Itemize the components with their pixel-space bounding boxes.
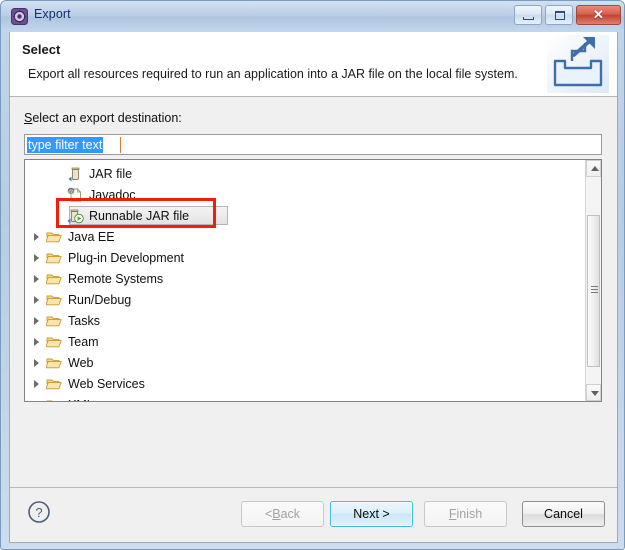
runnable-jar-file-icon bbox=[67, 208, 84, 224]
folder-icon bbox=[46, 397, 63, 401]
jar-file-icon bbox=[67, 166, 84, 182]
tree-item-label: Plug-in Development bbox=[68, 250, 185, 265]
maximize-icon bbox=[555, 11, 565, 20]
cancel-button[interactable]: Cancel bbox=[522, 501, 605, 527]
tree-item-label: Web Services bbox=[68, 376, 145, 391]
expand-arrow-icon[interactable] bbox=[31, 335, 44, 348]
scroll-down-arrow-icon[interactable] bbox=[586, 384, 601, 401]
finish-button[interactable]: Finish bbox=[424, 501, 507, 527]
back-button-prefix: < bbox=[264, 507, 273, 521]
tree-item-label: Java EE bbox=[68, 229, 115, 244]
next-button-mnemonic: N bbox=[353, 507, 363, 521]
tree-item-jar-file[interactable]: JAR file bbox=[25, 163, 585, 184]
expand-arrow-icon[interactable] bbox=[31, 377, 44, 390]
page-title: Select bbox=[22, 42, 61, 57]
destination-label: Select an export destination: bbox=[24, 111, 182, 125]
tree-item-label: Web bbox=[68, 355, 94, 370]
expand-arrow-icon[interactable] bbox=[31, 356, 44, 369]
tree-item-label: Tasks bbox=[68, 313, 100, 328]
minimize-button[interactable] bbox=[514, 5, 542, 25]
page-description: Export all resources required to run an … bbox=[28, 67, 518, 81]
tree-item-label: Javadoc bbox=[89, 187, 136, 202]
folder-icon bbox=[45, 334, 63, 350]
export-destination-tree[interactable]: JAR file @ Javadoc Runnable JAR file Java EE… bbox=[24, 159, 602, 402]
tree-item-web[interactable]: Web bbox=[25, 352, 585, 373]
next-button[interactable]: Next > bbox=[330, 501, 413, 527]
text-caret bbox=[120, 137, 121, 153]
tree-item-javadoc[interactable]: @ Javadoc bbox=[25, 184, 585, 205]
folder-icon bbox=[45, 313, 63, 329]
tree-item-tasks[interactable]: Tasks bbox=[25, 310, 585, 331]
wizard-header: Select Export all resources required to … bbox=[10, 32, 617, 97]
folder-icon bbox=[45, 271, 63, 287]
expand-arrow-icon[interactable] bbox=[31, 230, 44, 243]
tree-item-runnable-jar-file[interactable]: Runnable JAR file bbox=[25, 205, 585, 226]
expand-arrow-icon[interactable] bbox=[31, 314, 44, 327]
javadoc-icon: @ bbox=[67, 187, 84, 203]
export-arrow-tray-icon bbox=[547, 35, 609, 93]
destination-label-rest: elect an export destination: bbox=[32, 111, 182, 125]
finish-button-mnemonic: F bbox=[448, 507, 457, 521]
folder-icon bbox=[45, 229, 63, 245]
tree-item-remote-systems[interactable]: Remote Systems bbox=[25, 268, 585, 289]
close-button[interactable]: ✕ bbox=[576, 5, 621, 25]
tree-item-run-debug[interactable]: Run/Debug bbox=[25, 289, 585, 310]
filter-input-value: type filter text bbox=[27, 137, 104, 153]
svg-text:@: @ bbox=[68, 189, 74, 195]
wizard-footer: ? < Back Next > Finish Cancel bbox=[10, 488, 617, 541]
back-button[interactable]: < Back bbox=[241, 501, 324, 527]
tree-item-list: JAR file @ Javadoc Runnable JAR file Java EE… bbox=[25, 160, 585, 401]
folder-icon bbox=[45, 355, 63, 371]
tree-vertical-scrollbar[interactable] bbox=[585, 160, 601, 401]
expand-arrow-icon[interactable] bbox=[31, 293, 44, 306]
tree-item-label: Remote Systems bbox=[68, 271, 164, 286]
eclipse-export-icon bbox=[11, 8, 28, 25]
folder-icon bbox=[45, 250, 63, 266]
dialog-client-area: Select Export all resources required to … bbox=[9, 32, 618, 543]
close-icon: ✕ bbox=[593, 7, 604, 22]
tree-item-label: Run/Debug bbox=[68, 292, 132, 307]
title-bar[interactable]: Export ✕ bbox=[1, 1, 624, 32]
tree-item-java-ee[interactable]: Java EE bbox=[25, 226, 585, 247]
cancel-button-suffix: ancel bbox=[553, 507, 583, 521]
back-button-suffix: ack bbox=[280, 507, 301, 521]
minimize-icon bbox=[523, 17, 534, 20]
next-button-suffix: ext > bbox=[362, 507, 390, 521]
scrollbar-grip-icon bbox=[591, 286, 598, 293]
maximize-button[interactable] bbox=[545, 5, 573, 25]
tree-item-xml[interactable]: XML bbox=[25, 394, 585, 402]
back-button-mnemonic: B bbox=[272, 507, 281, 521]
tree-item-web-services[interactable]: Web Services bbox=[25, 373, 585, 394]
filter-input[interactable]: type filter text bbox=[24, 134, 602, 155]
tree-item-label: JAR file bbox=[89, 166, 133, 181]
wizard-body: Select an export destination: type filte… bbox=[10, 97, 617, 477]
cancel-button-mnemonic: C bbox=[544, 507, 554, 521]
window-title: Export bbox=[34, 7, 71, 21]
tree-item-label: XML bbox=[68, 398, 94, 402]
scrollbar-thumb[interactable] bbox=[587, 215, 600, 367]
expand-arrow-icon[interactable] bbox=[31, 272, 44, 285]
folder-icon bbox=[45, 292, 63, 308]
help-icon[interactable]: ? bbox=[27, 500, 51, 524]
window-controls: ✕ bbox=[514, 5, 621, 25]
tree-item-team[interactable]: Team bbox=[25, 331, 585, 352]
tree-item-label: Team bbox=[68, 334, 99, 349]
folder-icon bbox=[45, 376, 63, 392]
svg-text:?: ? bbox=[35, 505, 42, 520]
finish-button-suffix: inish bbox=[456, 507, 483, 521]
expand-arrow-icon[interactable] bbox=[31, 251, 44, 264]
tree-item-plug-in-development[interactable]: Plug-in Development bbox=[25, 247, 585, 268]
scroll-up-arrow-icon[interactable] bbox=[586, 160, 601, 177]
expand-arrow-icon[interactable] bbox=[31, 398, 44, 401]
export-dialog-window: Export ✕ Select Export all resources req… bbox=[0, 0, 625, 550]
tree-item-label: Runnable JAR file bbox=[89, 208, 190, 223]
